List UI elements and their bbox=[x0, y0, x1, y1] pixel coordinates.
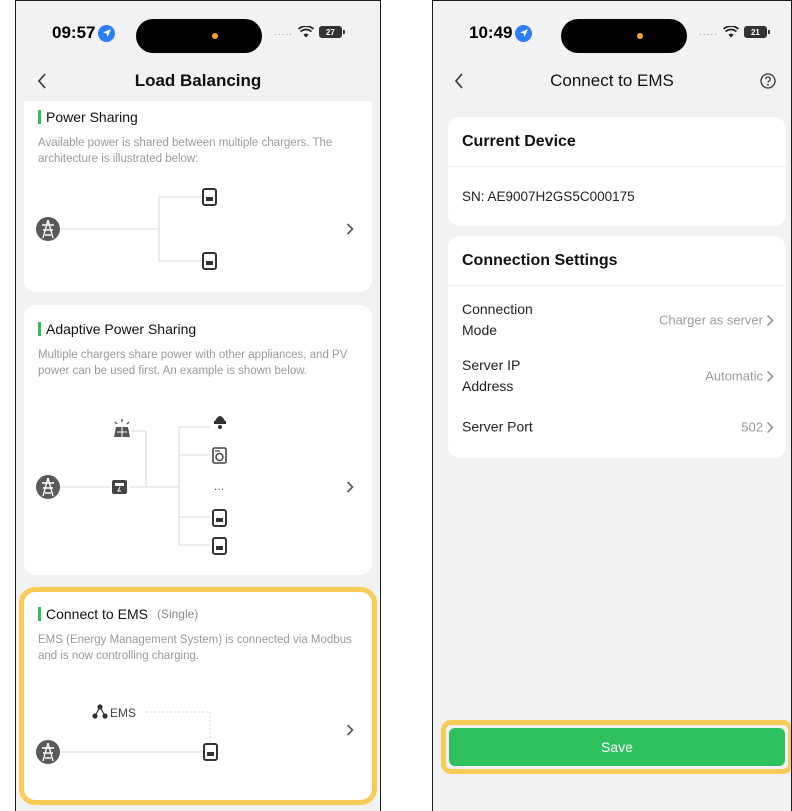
status-bar: 09:57 ..... 27 bbox=[16, 1, 380, 63]
time-text: 09:57 bbox=[52, 23, 96, 42]
setting-label: Server IP Address bbox=[462, 357, 521, 394]
section-header: Current Device bbox=[448, 117, 786, 167]
status-time: 10:49 bbox=[469, 23, 533, 43]
status-bar: 10:49 ..... 21 bbox=[433, 1, 791, 63]
ems-diagram: EMS bbox=[36, 704, 218, 764]
system-icons: ..... 27 bbox=[274, 26, 345, 38]
chevron-right-icon[interactable] bbox=[342, 720, 358, 740]
location-icon bbox=[98, 24, 116, 42]
save-button[interactable]: Save bbox=[449, 728, 785, 766]
system-icons: ..... 21 bbox=[699, 26, 770, 38]
pylon-icon bbox=[36, 217, 60, 241]
charger-icon bbox=[212, 509, 227, 527]
inverter-icon bbox=[112, 480, 127, 494]
current-device-card: Current Device SN: AE9007H2GS5C000175 bbox=[448, 117, 786, 226]
server-ip-address-row[interactable]: Server IP Address Automatic bbox=[448, 348, 786, 404]
setting-value-text: Automatic bbox=[705, 368, 763, 384]
more-devices-ellipsis: … bbox=[214, 481, 225, 493]
connection-mode-row[interactable]: Connection Mode Charger as server bbox=[448, 292, 786, 348]
setting-value-text: 502 bbox=[741, 419, 763, 435]
battery-level: 21 bbox=[750, 27, 760, 37]
status-time: 09:57 bbox=[52, 23, 116, 43]
page-title: Connect to EMS bbox=[550, 71, 674, 90]
setting-label: Server Port bbox=[462, 418, 533, 435]
charger-icon bbox=[202, 188, 217, 206]
serial-number: SN: AE9007H2GS5C000175 bbox=[462, 188, 635, 204]
chevron-right-icon[interactable] bbox=[342, 477, 358, 497]
setting-label: Connection Mode bbox=[462, 301, 533, 338]
adaptive-power-sharing-diagram: … bbox=[36, 416, 227, 555]
signal-icon: ..... bbox=[699, 26, 718, 38]
time-text: 10:49 bbox=[469, 23, 513, 42]
setting-value: Charger as server bbox=[659, 313, 774, 328]
setting-value-text: Charger as server bbox=[658, 312, 763, 328]
load-balancing-screen: 09:57 ..... 27 Load Balancing Power Shar… bbox=[15, 0, 381, 811]
connection-settings-card: Connection Settings Connection Mode Char… bbox=[448, 236, 786, 458]
chevron-right-icon[interactable] bbox=[342, 219, 358, 239]
dynamic-island bbox=[561, 19, 687, 53]
section-header: Connection Settings bbox=[448, 236, 786, 286]
nav-bar: Connect to EMS bbox=[433, 63, 791, 99]
wifi-icon bbox=[722, 26, 739, 38]
power-sharing-card[interactable]: Power Sharing Available power is shared … bbox=[24, 101, 372, 292]
help-button[interactable] bbox=[757, 70, 779, 92]
solar-panel-icon bbox=[114, 419, 130, 437]
pylon-icon bbox=[36, 740, 60, 764]
help-circle-icon bbox=[760, 73, 776, 89]
charger-icon bbox=[212, 537, 227, 555]
wifi-icon bbox=[297, 26, 314, 38]
chevron-right-icon bbox=[767, 370, 774, 382]
ems-label: EMS bbox=[110, 706, 136, 720]
setting-value: 502 bbox=[741, 420, 774, 435]
location-icon bbox=[515, 24, 533, 42]
charger-icon bbox=[202, 252, 217, 270]
page-title: Load Balancing bbox=[134, 71, 262, 90]
battery-icon: 27 bbox=[318, 26, 345, 38]
power-sharing-diagram bbox=[36, 188, 217, 270]
charger-icon bbox=[203, 743, 218, 761]
battery-level: 27 bbox=[325, 27, 335, 37]
connect-to-ems-screen: 10:49 ..... 21 Connect to EMS Current De… bbox=[432, 0, 792, 811]
nav-bar: Load Balancing bbox=[16, 63, 380, 99]
connect-to-ems-card[interactable]: Connect to EMS (Single) EMS (Energy Mana… bbox=[24, 592, 372, 800]
pylon-icon bbox=[36, 475, 60, 499]
network-icon bbox=[92, 704, 108, 719]
adaptive-power-sharing-card[interactable]: Adaptive Power Sharing Multiple chargers… bbox=[24, 305, 372, 575]
setting-value: Automatic bbox=[705, 369, 774, 384]
battery-icon: 21 bbox=[743, 26, 770, 38]
chevron-right-icon bbox=[767, 421, 774, 433]
lamp-icon bbox=[214, 416, 226, 429]
chevron-right-icon bbox=[767, 314, 774, 326]
server-port-row[interactable]: Server Port 502 bbox=[448, 404, 786, 450]
washing-machine-icon bbox=[212, 447, 227, 464]
signal-icon: ..... bbox=[274, 26, 293, 38]
dynamic-island bbox=[136, 19, 262, 53]
